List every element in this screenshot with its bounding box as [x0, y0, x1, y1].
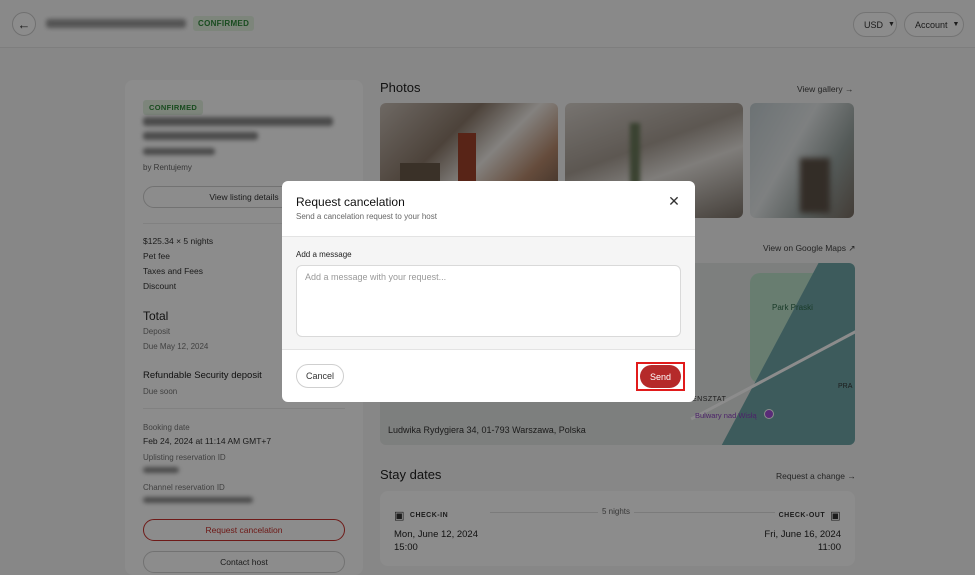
close-button[interactable]: ✕	[665, 192, 683, 210]
close-icon: ✕	[668, 192, 680, 209]
dialog-title: Request cancelation	[296, 195, 405, 209]
cancel-button[interactable]: Cancel	[296, 364, 344, 388]
message-input[interactable]	[296, 265, 681, 337]
message-label: Add a message	[296, 250, 352, 259]
request-cancelation-dialog: Request cancelation Send a cancelation r…	[282, 181, 695, 402]
dialog-body: Add a message	[282, 236, 695, 350]
send-button[interactable]: Send	[640, 365, 681, 388]
dialog-subtitle: Send a cancelation request to your host	[296, 212, 437, 221]
